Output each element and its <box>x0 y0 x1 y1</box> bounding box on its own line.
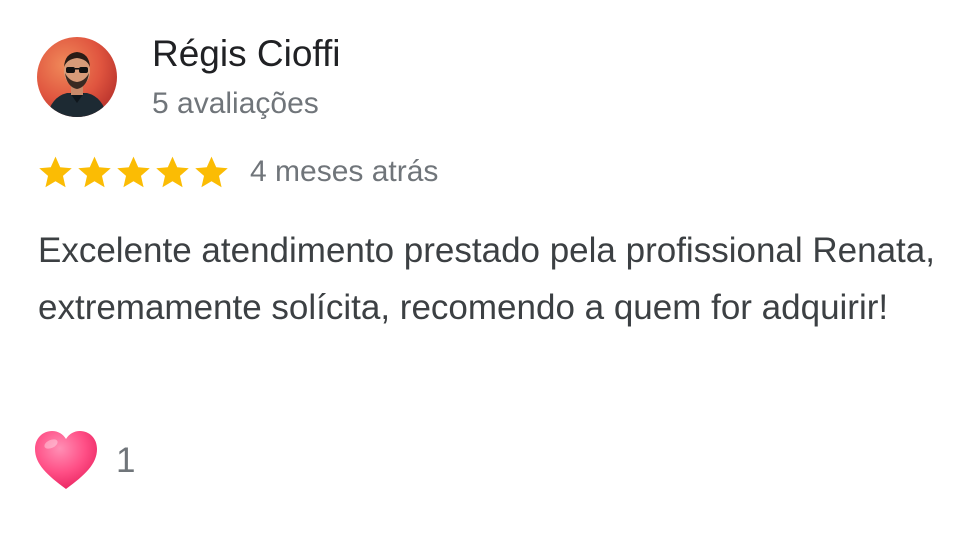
star-icon <box>36 153 75 192</box>
author-name[interactable]: Régis Cioffi <box>152 30 341 78</box>
author-review-count[interactable]: 5 avaliações <box>152 84 319 124</box>
star-icon <box>75 153 114 192</box>
star-icon <box>114 153 153 192</box>
star-icon <box>192 153 231 192</box>
reaction-count: 1 <box>116 441 136 480</box>
review-card: Régis Cioffi 5 avaliações 4 meses atrás … <box>0 0 980 534</box>
heart-icon[interactable] <box>33 429 99 493</box>
review-date: 4 meses atrás <box>250 155 439 188</box>
review-text: Excelente atendimento prestado pela prof… <box>38 231 935 327</box>
avatar[interactable] <box>37 37 117 117</box>
star-rating <box>36 153 231 192</box>
star-icon <box>153 153 192 192</box>
rating-row: 4 meses atrás <box>36 150 438 194</box>
reaction-row[interactable]: 1 <box>33 426 135 496</box>
avatar-image <box>37 37 117 117</box>
